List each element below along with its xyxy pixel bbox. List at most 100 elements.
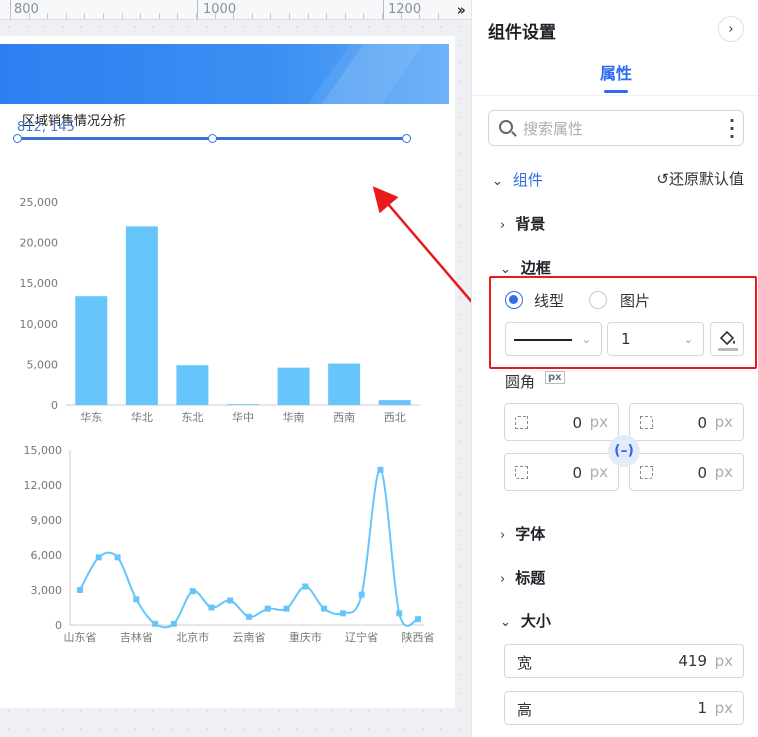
double-chevron-right-icon[interactable]: ›› <box>457 1 467 19</box>
ruler-minor-tick <box>47 13 48 19</box>
section-font-label: 字体 <box>515 525 546 543</box>
y-tick-label: 25,000 <box>20 196 59 209</box>
y-tick-label: 15,000 <box>24 444 63 457</box>
resize-handle-middle[interactable] <box>208 134 217 143</box>
data-point <box>377 466 384 473</box>
radius-bottom-left-field[interactable]: 0 px <box>504 453 619 491</box>
section-title[interactable]: › 标题 <box>500 567 545 588</box>
bar <box>227 404 259 405</box>
header-banner[interactable] <box>0 44 449 104</box>
bar-chart[interactable]: 0 5,000 10,000 15,000 20,000 25,000 华东 华北 东北 华中 华南… <box>0 192 440 424</box>
y-tick-label: 3,000 <box>31 584 63 597</box>
section-background-label: 背景 <box>515 215 546 233</box>
ruler-minor-tick <box>103 13 104 19</box>
data-point <box>396 610 403 617</box>
undo-icon: ↺ <box>656 170 669 188</box>
radius-top-left-field[interactable]: 0 px <box>504 403 619 441</box>
ruler-minor-tick <box>159 13 160 19</box>
fill-color-button[interactable] <box>710 322 744 356</box>
ruler-minor-tick <box>308 13 309 19</box>
data-point <box>264 605 271 612</box>
data-point <box>77 587 83 593</box>
ruler-minor-tick <box>66 13 67 19</box>
width-unit: px <box>714 652 733 670</box>
line-width-value: 1 <box>621 330 631 348</box>
data-point <box>95 554 102 561</box>
ruler-minor-tick <box>252 13 253 19</box>
height-value: 1 <box>697 699 707 717</box>
data-point <box>133 596 140 603</box>
reset-label: 还原默认值 <box>668 170 744 188</box>
chevron-down-icon: ⌄ <box>492 174 503 189</box>
section-background[interactable]: › 背景 <box>500 213 545 234</box>
width-field[interactable]: 宽 419 px <box>504 644 744 678</box>
ruler-label-1000: 1000 <box>203 2 237 17</box>
height-field[interactable]: 高 1 px <box>504 691 744 725</box>
bar <box>328 363 361 405</box>
height-unit: px <box>714 699 733 717</box>
radius-unit: px <box>589 463 608 481</box>
radius-value: 0 <box>697 464 707 482</box>
group-component[interactable]: ⌄ 组件 <box>492 169 543 190</box>
horizontal-ruler: 800 1000 1200 ›› <box>0 0 471 20</box>
width-value: 419 <box>678 652 707 670</box>
section-border-label: 边框 <box>520 259 551 277</box>
radius-unit: px <box>714 463 733 481</box>
data-point <box>246 613 252 620</box>
component-coordinates: 812, 145 <box>17 120 75 135</box>
ruler-minor-tick <box>84 13 85 19</box>
radius-top-right-field[interactable]: 0 px <box>629 403 744 441</box>
y-tick-label: 12,000 <box>24 479 63 492</box>
ruler-tick <box>383 0 384 20</box>
reset-defaults-button[interactable]: ↺还原默认值 <box>656 168 744 189</box>
link-icon[interactable]: (–) <box>608 435 640 467</box>
radio-border-image[interactable] <box>589 291 607 309</box>
y-tick-label: 10,000 <box>20 318 59 331</box>
ruler-minor-tick <box>10 13 11 19</box>
x-tick-label: 华中 <box>232 410 254 424</box>
radius-bottom-right-field[interactable]: 0 px <box>629 453 744 491</box>
y-tick-label: 9,000 <box>31 514 63 527</box>
design-canvas[interactable]: 800 1000 1200 ›› 区域销售情况分析 812, 145 0 5,00… <box>0 0 471 737</box>
tab-properties[interactable]: 属性 <box>600 60 632 84</box>
panel-title: 组件设置 <box>488 23 556 43</box>
x-tick-label: 吉林省 <box>120 630 153 644</box>
chevron-right-icon: › <box>500 218 506 233</box>
height-label: 高 <box>517 701 533 719</box>
chevron-right-icon[interactable]: › <box>718 16 744 42</box>
ruler-minor-tick <box>382 13 383 19</box>
ruler-minor-tick <box>326 13 327 19</box>
line-style-select[interactable]: ⌄ <box>505 322 602 356</box>
radio-border-line-label: 线型 <box>534 292 565 310</box>
resize-handle-left[interactable] <box>13 134 22 143</box>
line-chart[interactable]: 0 3,000 6,000 9,000 12,000 15,000 山东省 吉林省 北京市 云南省… <box>0 440 440 650</box>
ruler-minor-tick <box>345 13 346 19</box>
corner-top-right-icon <box>640 416 653 429</box>
x-tick-label: 陕西省 <box>402 630 435 644</box>
section-border[interactable]: ⌄ 边框 <box>500 257 551 278</box>
series-line <box>79 468 419 629</box>
group-component-label: 组件 <box>512 171 543 189</box>
section-size[interactable]: ⌄ 大小 <box>500 610 551 631</box>
y-tick-label: 0 <box>55 619 62 632</box>
resize-handle-right[interactable] <box>402 134 411 143</box>
x-tick-label: 东北 <box>181 411 203 424</box>
data-point <box>114 554 121 561</box>
more-vertical-icon[interactable]: · · · <box>729 113 735 145</box>
y-tick-label: 5,000 <box>27 358 59 371</box>
paint-bucket-icon <box>718 330 738 351</box>
bar <box>378 400 411 405</box>
y-tick-label: 0 <box>51 399 58 412</box>
bar <box>277 367 310 405</box>
data-point <box>227 597 234 604</box>
search-input[interactable] <box>523 118 713 140</box>
radio-border-line[interactable] <box>505 291 523 309</box>
section-font[interactable]: › 字体 <box>500 523 545 544</box>
search-box[interactable]: ··· <box>488 110 744 146</box>
tab-active-indicator <box>604 90 628 93</box>
ruler-minor-tick <box>122 13 123 19</box>
line-width-select[interactable]: 1 ⌄ <box>607 322 704 356</box>
x-tick-label: 重庆市 <box>289 630 322 644</box>
bar <box>176 365 209 405</box>
selected-line-component[interactable] <box>13 134 411 143</box>
